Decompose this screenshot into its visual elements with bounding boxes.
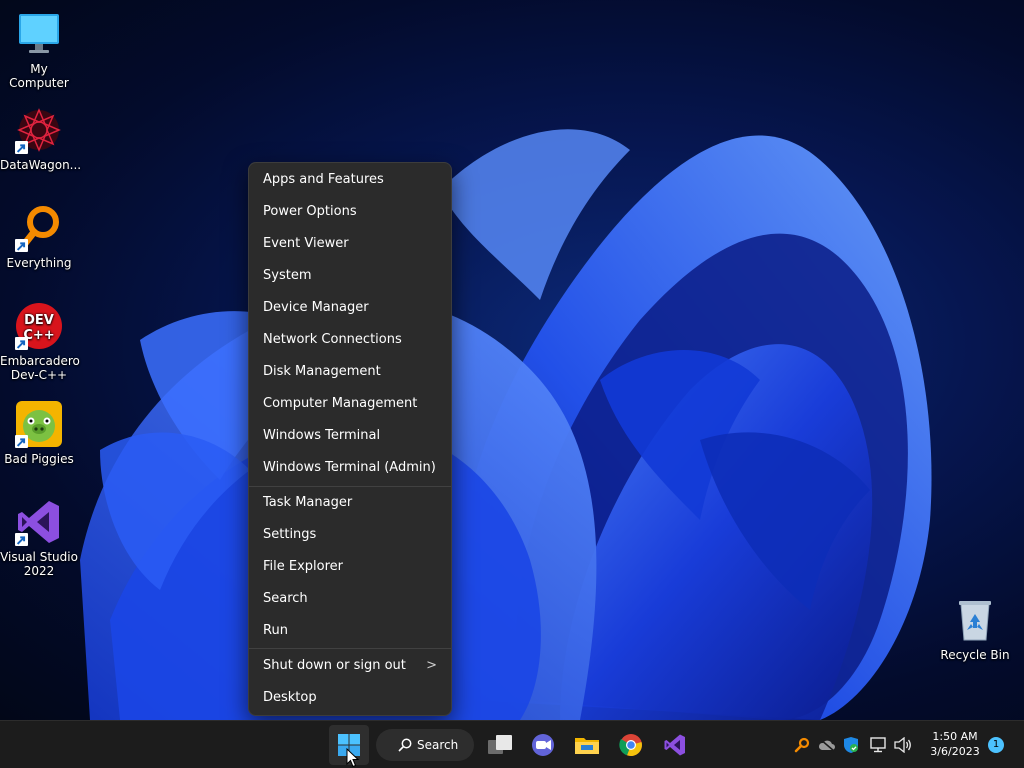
onedrive-icon[interactable] bbox=[817, 735, 837, 755]
menu-item-event-viewer[interactable]: Event Viewer bbox=[253, 229, 447, 259]
shortcut-arrow-icon bbox=[15, 435, 28, 448]
menu-item-label: Disk Management bbox=[263, 364, 381, 379]
teams-icon bbox=[532, 734, 554, 756]
desktop-icon-recycle-bin[interactable]: Recycle Bin bbox=[936, 596, 1014, 662]
desktop-icon-datawagon[interactable]: DataWagon... bbox=[0, 106, 82, 172]
menu-item-label: Power Options bbox=[263, 204, 357, 219]
menu-item-power-options[interactable]: Power Options bbox=[253, 197, 447, 227]
menu-item-windows-terminal[interactable]: Windows Terminal bbox=[253, 421, 447, 451]
clock-date: 3/6/2023 bbox=[930, 745, 980, 758]
menu-item-label: Settings bbox=[263, 527, 317, 542]
desktop-icon-label: My Computer bbox=[9, 62, 69, 90]
menu-item-apps-and-features[interactable]: Apps and Features bbox=[253, 165, 447, 195]
chrome-button[interactable] bbox=[611, 725, 651, 765]
volume-icon[interactable] bbox=[893, 735, 913, 755]
menu-item-computer-management[interactable]: Computer Management bbox=[253, 389, 447, 419]
menu-item-device-manager[interactable]: Device Manager bbox=[253, 293, 447, 323]
shortcut-arrow-icon bbox=[15, 239, 28, 252]
desktop-icon-label: DataWagon... bbox=[0, 158, 82, 172]
desktop-icon-label: Recycle Bin bbox=[940, 648, 1010, 662]
mouse-cursor-icon bbox=[346, 748, 360, 768]
menu-item-label: Task Manager bbox=[263, 495, 353, 510]
menu-item-task-manager[interactable]: Task Manager bbox=[253, 488, 447, 518]
menu-item-windows-terminal-admin[interactable]: Windows Terminal (Admin) bbox=[253, 453, 447, 483]
menu-item-label: Windows Terminal bbox=[263, 428, 381, 443]
taskbar-search-button[interactable]: Search bbox=[376, 729, 474, 761]
desktop-icon-devcpp[interactable]: DEV C++ Embarcadero Dev-C++ bbox=[0, 302, 80, 382]
task-view-icon bbox=[488, 735, 512, 754]
svg-text:DEV: DEV bbox=[24, 313, 54, 328]
shortcut-arrow-icon bbox=[15, 337, 28, 350]
menu-item-run[interactable]: Run bbox=[253, 616, 447, 646]
everything-tray-icon[interactable] bbox=[792, 735, 812, 755]
desktop-icon-my-computer[interactable]: My Computer bbox=[0, 10, 78, 90]
desktop-icon-bad-piggies[interactable]: Bad Piggies bbox=[0, 400, 78, 466]
clock-time: 1:50 AM bbox=[932, 730, 978, 743]
devcpp-icon: DEV C++ bbox=[15, 302, 63, 350]
menu-item-shut-down-or-sign-out[interactable]: Shut down or sign out > bbox=[253, 651, 447, 681]
menu-item-file-explorer[interactable]: File Explorer bbox=[253, 552, 447, 582]
chevron-right-icon: > bbox=[426, 658, 437, 673]
menu-item-label: Search bbox=[263, 591, 308, 606]
monitor-icon bbox=[15, 10, 63, 58]
task-view-button[interactable] bbox=[480, 725, 520, 765]
search-label: Search bbox=[417, 738, 459, 752]
bad-piggies-icon bbox=[15, 400, 63, 448]
security-icon[interactable] bbox=[841, 735, 861, 755]
menu-item-label: Event Viewer bbox=[263, 236, 349, 251]
menu-item-label: Network Connections bbox=[263, 332, 402, 347]
teams-button[interactable] bbox=[523, 725, 563, 765]
everything-search-icon bbox=[15, 204, 63, 252]
visual-studio-taskbar-button[interactable] bbox=[655, 725, 695, 765]
visual-studio-icon bbox=[15, 498, 63, 546]
menu-item-label: Computer Management bbox=[263, 396, 418, 411]
search-icon bbox=[398, 738, 412, 752]
menu-item-search[interactable]: Search bbox=[253, 584, 447, 614]
menu-item-label: Windows Terminal (Admin) bbox=[263, 460, 436, 475]
menu-item-system[interactable]: System bbox=[253, 261, 447, 291]
menu-item-label: Run bbox=[263, 623, 288, 638]
recycle-bin-icon bbox=[951, 596, 999, 644]
menu-item-network-connections[interactable]: Network Connections bbox=[253, 325, 447, 355]
network-icon[interactable] bbox=[868, 735, 888, 755]
desktop[interactable]: My Computer DataWagon... Everything DEV C… bbox=[0, 0, 1024, 720]
svg-text:C++: C++ bbox=[23, 328, 54, 343]
menu-item-settings[interactable]: Settings bbox=[253, 520, 447, 550]
menu-item-label: File Explorer bbox=[263, 559, 344, 574]
desktop-icon-label: Visual Studio 2022 bbox=[0, 550, 78, 578]
menu-separator bbox=[249, 648, 451, 649]
file-explorer-button[interactable] bbox=[567, 725, 607, 765]
system-clock[interactable]: 1:50 AM 3/6/2023 bbox=[916, 729, 994, 759]
desktop-icon-label: Bad Piggies bbox=[4, 452, 74, 466]
chrome-icon bbox=[619, 734, 642, 757]
menu-item-label: System bbox=[263, 268, 312, 283]
file-explorer-icon bbox=[575, 738, 599, 754]
shortcut-arrow-icon bbox=[15, 141, 28, 154]
taskbar: Search 1:50 AM 3/6/2023 1 bbox=[0, 720, 1024, 768]
menu-item-desktop[interactable]: Desktop bbox=[253, 683, 447, 713]
menu-item-label: Desktop bbox=[263, 690, 317, 705]
winx-context-menu[interactable]: Apps and Features Power Options Event Vi… bbox=[248, 162, 452, 716]
menu-separator bbox=[249, 486, 451, 487]
desktop-icon-everything[interactable]: Everything bbox=[0, 204, 78, 270]
menu-item-label: Shut down or sign out bbox=[263, 658, 406, 673]
desktop-icon-visual-studio[interactable]: Visual Studio 2022 bbox=[0, 498, 78, 578]
visual-studio-icon bbox=[664, 734, 685, 756]
datawagon-icon bbox=[15, 106, 63, 154]
notification-badge[interactable]: 1 bbox=[988, 737, 1004, 753]
desktop-icon-label: Embarcadero Dev-C++ bbox=[0, 354, 80, 382]
menu-item-label: Apps and Features bbox=[263, 172, 384, 187]
shortcut-arrow-icon bbox=[15, 533, 28, 546]
menu-item-disk-management[interactable]: Disk Management bbox=[253, 357, 447, 387]
wallpaper-bloom bbox=[80, 129, 932, 720]
desktop-icon-label: Everything bbox=[6, 256, 72, 270]
menu-item-label: Device Manager bbox=[263, 300, 369, 315]
